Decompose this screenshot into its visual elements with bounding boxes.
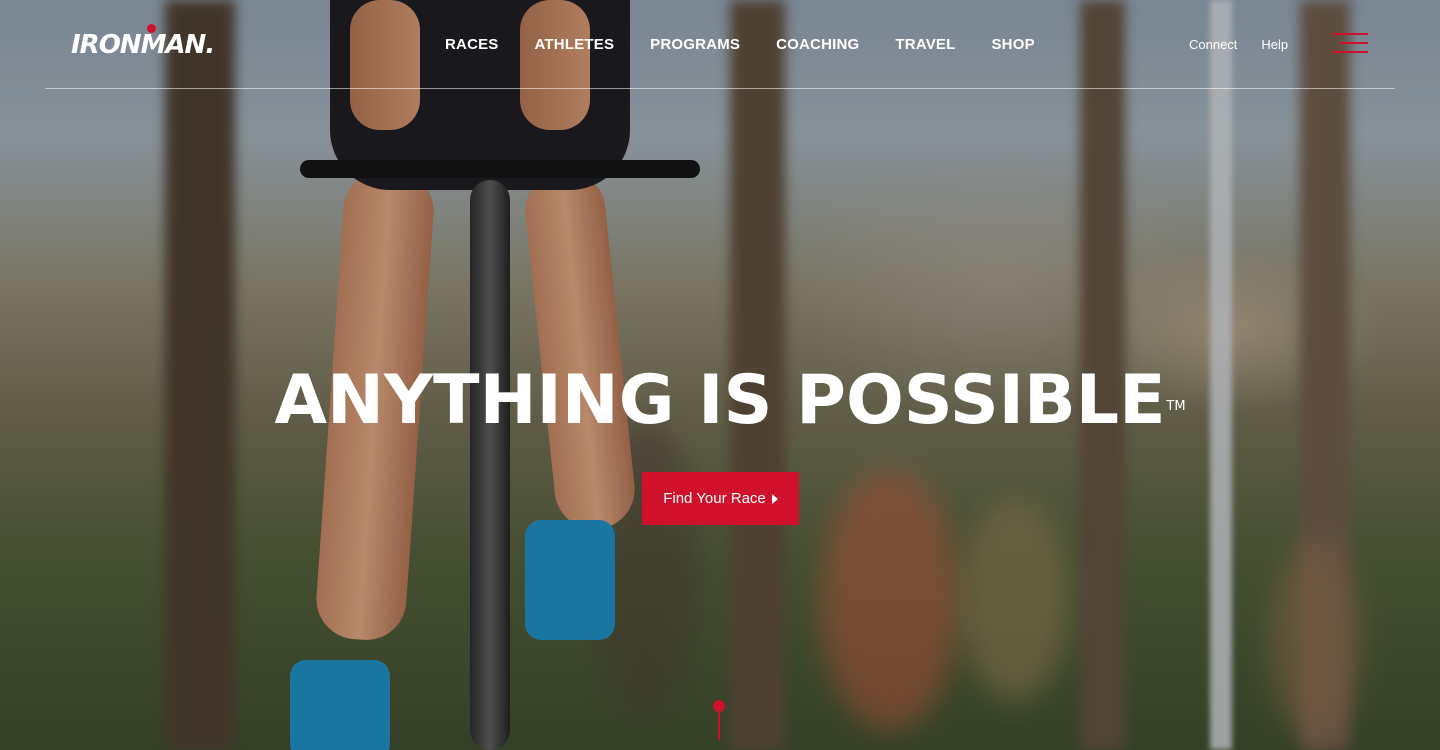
menu-line xyxy=(1340,42,1368,44)
cta-label: Find Your Race xyxy=(663,490,766,507)
nav-races[interactable]: RACES xyxy=(445,36,499,53)
nav-shop[interactable]: SHOP xyxy=(991,36,1034,53)
help-link[interactable]: Help xyxy=(1261,37,1288,52)
nav-programs[interactable]: PROGRAMS xyxy=(650,36,740,53)
site-header: IRON MAN. RACES ATHLETES PROGRAMS COACHIN… xyxy=(45,0,1395,89)
menu-line xyxy=(1332,33,1368,35)
logo-text: IRON xyxy=(71,30,142,60)
connect-link[interactable]: Connect xyxy=(1189,37,1237,52)
logo-dot-icon xyxy=(147,24,156,33)
hamburger-menu-icon[interactable] xyxy=(1332,33,1368,55)
find-your-race-button[interactable]: Find Your Race xyxy=(642,472,799,525)
main-nav: RACES ATHLETES PROGRAMS COACHING TRAVEL … xyxy=(445,36,1071,53)
hero-headline-wrap: ANYTHING IS POSSIBLE TM xyxy=(0,362,1440,440)
menu-line xyxy=(1332,51,1368,53)
logo-text: MAN xyxy=(140,30,207,60)
trademark-mark: TM xyxy=(1166,399,1186,414)
logo-text: . xyxy=(205,30,215,60)
nav-coaching[interactable]: COACHING xyxy=(776,36,859,53)
headline-text: ANYTHING IS POSSIBLE xyxy=(274,361,1166,440)
triangle-right-icon xyxy=(771,493,778,504)
ironman-logo[interactable]: IRON MAN. xyxy=(71,24,215,60)
pin-line xyxy=(718,710,720,740)
nav-travel[interactable]: TRAVEL xyxy=(895,36,955,53)
utility-nav: Connect Help xyxy=(1189,37,1312,52)
nav-athletes[interactable]: ATHLETES xyxy=(535,36,615,53)
scroll-pin-icon[interactable] xyxy=(713,700,725,740)
hero-section: IRON MAN. RACES ATHLETES PROGRAMS COACHIN… xyxy=(0,0,1440,750)
hero-headline: ANYTHING IS POSSIBLE TM xyxy=(274,361,1185,440)
